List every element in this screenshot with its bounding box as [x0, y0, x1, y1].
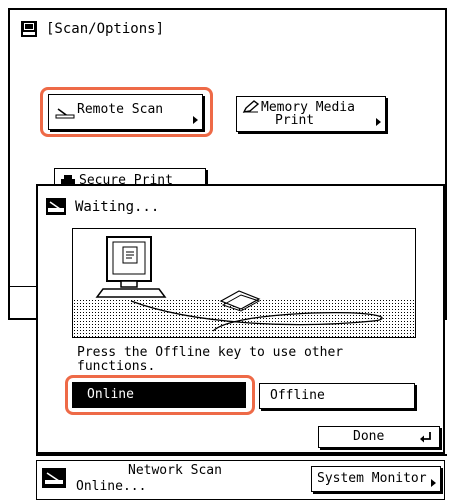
- scanner-icon: [46, 198, 66, 215]
- dialog-shadow: [36, 454, 447, 456]
- network-illustration: [72, 228, 416, 338]
- submenu-arrow-icon: [431, 479, 436, 487]
- enter-arrow-icon: [419, 431, 433, 443]
- offline-label: Offline: [270, 388, 325, 403]
- online-button[interactable]: Online: [72, 382, 246, 408]
- remote-scan-label: Remote Scan: [77, 102, 164, 117]
- system-monitor-label: System Monitor: [317, 471, 427, 486]
- options-window-bottom-tab: [8, 286, 38, 320]
- memory-media-label-line2: Print: [275, 113, 315, 128]
- done-label: Done: [353, 429, 385, 444]
- pencil-icon: [242, 100, 260, 114]
- online-label: Online: [87, 387, 134, 402]
- scanner-icon: [55, 107, 75, 119]
- status-mode-label: Network Scan: [128, 463, 222, 478]
- options-window-title: [Scan/Options]: [46, 21, 165, 37]
- offline-button[interactable]: Offline: [259, 383, 415, 409]
- done-button[interactable]: Done: [318, 426, 440, 448]
- dialog-message-line1: Press the Offline key to use other: [77, 345, 344, 360]
- computer-illustration: [95, 236, 383, 332]
- dialog-title: Waiting...: [75, 199, 160, 215]
- scan-options-icon: [21, 21, 37, 37]
- network-scan-icon: [42, 468, 66, 488]
- system-monitor-button[interactable]: System Monitor: [311, 466, 441, 492]
- dialog-message-line2: functions.: [77, 359, 156, 374]
- memory-media-print-button[interactable]: Memory Media Print: [236, 96, 386, 132]
- remote-scan-button[interactable]: Remote Scan: [48, 94, 203, 130]
- submenu-arrow-icon: [376, 118, 381, 126]
- submenu-arrow-icon: [193, 116, 198, 124]
- status-text: Online...: [76, 479, 147, 494]
